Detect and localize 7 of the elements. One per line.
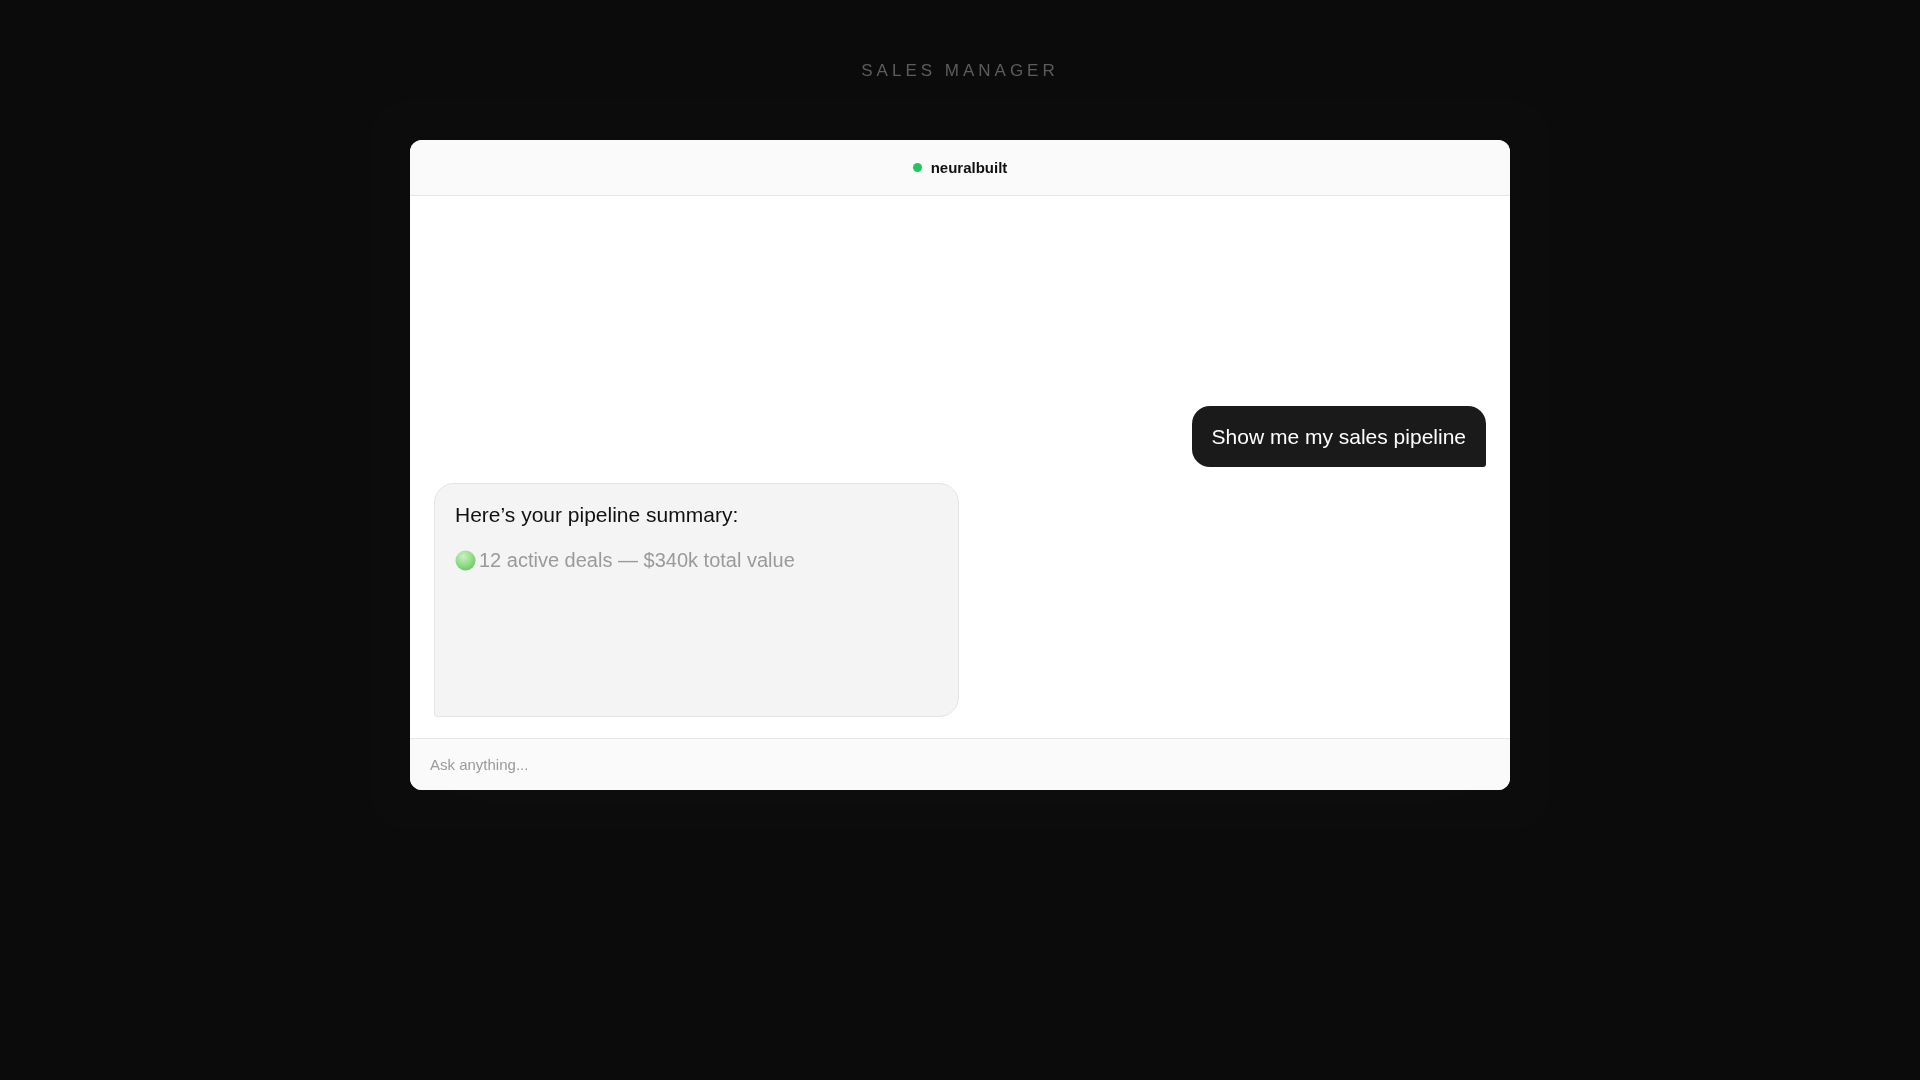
- message-input[interactable]: Ask anything...: [410, 738, 1510, 790]
- page-title: SALES MANAGER: [861, 61, 1059, 81]
- agent-name: neuralbuilt: [930, 159, 1008, 176]
- user-message: Show me my sales pipeline: [1191, 406, 1486, 467]
- message-heading: Here’s your pipeline summary:: [455, 502, 740, 528]
- circle-icon: [455, 549, 476, 571]
- message-text: 12 active deals — $340k total value: [479, 548, 795, 572]
